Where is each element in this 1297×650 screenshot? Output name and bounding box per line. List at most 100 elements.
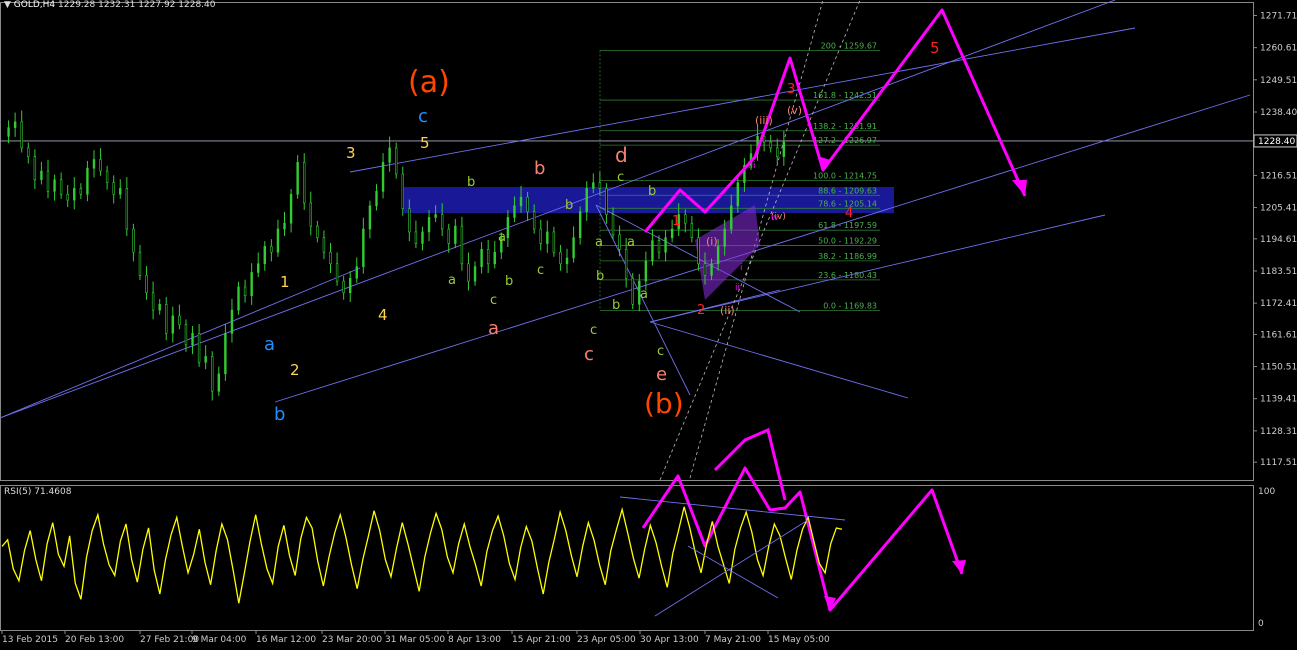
wave-label: 2 [290,361,300,379]
candle-body [329,251,332,265]
candle-body [440,214,444,230]
candle-body [513,205,516,218]
candle-body [578,211,582,238]
y-tick-label: 1205.41 [1260,204,1297,214]
wave-label: c [590,323,597,338]
y-tick-label: 1117.51 [1260,458,1297,468]
candle-body [217,373,221,392]
candle-body [184,324,188,346]
candle-body [486,248,490,265]
wave-label: 1 [280,273,290,291]
candle-body [204,356,207,363]
candle-body [414,231,418,244]
rsi-header: RSI(5) 71.4608 [4,487,72,497]
candle-body [546,231,549,244]
candle-body [644,260,648,282]
ohlc-values: 1229.28 1232.31 1227.92 1228.40 [58,0,216,10]
wave-label: c [584,344,594,365]
x-tick-label: 16 Mar 12:00 [256,635,316,645]
candle-body [303,162,306,204]
wave-label: 3 [787,82,795,97]
wave-label: b [648,184,656,199]
current-price-label: 1228.40 [1258,137,1295,147]
candle-body [670,228,674,238]
wave-label: (a) [408,65,450,100]
candle-body [79,188,83,195]
x-tick-label: 30 Apr 13:00 [640,635,699,645]
x-tick-label: 9 Mar 04:00 [192,635,247,645]
wave-label: 4 [378,306,388,324]
projection-path [713,427,787,501]
projection-arrowhead [952,560,966,574]
candle-body [237,286,240,311]
y-tick-label: 1161.61 [1260,330,1297,340]
candle-body [408,208,411,233]
candle-body [73,188,76,201]
candle-body [736,182,740,207]
x-tick-label: 23 Mar 20:00 [322,635,382,645]
candle-body [690,222,694,238]
y-tick-label: 1249.51 [1260,76,1297,86]
candle-body [257,263,260,273]
candle-body [125,188,129,230]
wave-label: b [505,274,513,289]
candle-body [585,188,588,212]
candle-body [434,214,437,218]
x-tick-label: 13 Feb 2015 [2,635,58,645]
candle-body [322,237,326,253]
wave-label: a [627,235,635,250]
fib-level-label: 61.8 - 1197.59 [818,221,877,230]
candle-body [427,217,431,233]
candle-body [296,162,299,195]
dropdown-triangle-icon[interactable]: ▼ [4,0,11,10]
y-tick-label: 1172.41 [1260,299,1297,309]
wave-label: iv [771,213,780,223]
candle-body [598,182,602,189]
candle-body [33,156,37,181]
y-tick-label: 1194.61 [1260,235,1297,245]
wave-label: c [490,293,497,308]
rsi-y-tick-label: 0 [1258,619,1264,629]
candle-body [211,356,214,392]
candle-body [276,228,280,253]
candle-body [316,225,319,238]
wave-label: a [640,287,648,302]
candle-body [532,211,536,230]
chart-canvas: 1271.711260.611249.511238.401227.301216.… [0,0,1297,645]
candle-body [493,251,496,265]
candle-body [263,246,266,265]
candle-body [388,147,391,163]
y-tick-label: 1139.41 [1260,395,1297,405]
fib-level-label: 100.0 - 1214.75 [813,171,877,180]
candle-body [467,263,470,282]
candle-body [657,240,661,253]
candle-body [112,182,115,195]
candle-body [197,332,201,363]
wave-label: 1 [672,214,680,229]
candle-body [178,315,181,325]
y-tick-label: 1238.40 [1260,108,1297,118]
wave-label: 4 [845,206,853,221]
chart-header: ▼ GOLD,H4 1229.28 1232.31 1227.92 1228.4… [4,0,215,10]
rsi-y-tick-label: 100 [1258,487,1275,497]
candle-body [250,272,253,296]
candle-body [158,304,161,311]
wave-label: a [498,230,506,245]
candle-body [624,248,628,279]
candle-body [270,246,273,253]
candle-body [40,170,43,181]
candle-body [716,246,720,265]
candle-body [631,277,634,305]
fib-level-label: 88.6 - 1209.63 [818,186,877,195]
candle-body [138,251,142,276]
wave-label: 2 [697,303,705,318]
wave-label: c [537,263,544,278]
wave-label: b [565,198,573,213]
wave-label: a [448,273,456,288]
candle-body [611,214,615,236]
candle-body [703,263,707,276]
wave-label: a [488,318,499,339]
rsi-plot-frame [0,485,1254,631]
wave-label: e [656,364,667,385]
candle-body [421,231,424,244]
